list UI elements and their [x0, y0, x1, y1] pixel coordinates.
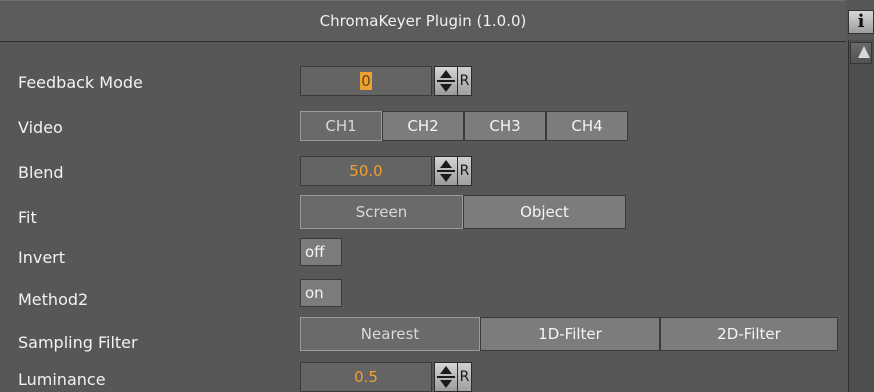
scroll-up-button[interactable]	[850, 42, 872, 64]
blend-spinner[interactable]	[434, 156, 458, 186]
luminance-reset-button[interactable]: R	[457, 362, 472, 392]
spin-up-icon	[440, 70, 452, 78]
sampling-nearest-button[interactable]: Nearest	[300, 317, 480, 351]
fit-screen-button[interactable]: Screen	[300, 195, 463, 229]
video-ch2-button[interactable]: CH2	[382, 111, 464, 141]
info-button[interactable]: i	[848, 10, 874, 34]
feedback-mode-reset-button[interactable]: R	[457, 66, 472, 96]
divider	[848, 64, 849, 392]
sampling-2d-filter-button[interactable]: 2D-Filter	[660, 317, 838, 351]
spin-up-icon	[440, 160, 452, 168]
spin-down-icon	[440, 84, 452, 92]
video-ch1-button[interactable]: CH1	[300, 111, 382, 141]
spin-down-icon	[440, 380, 452, 388]
plugin-title-bar: ChromaKeyer Plugin (1.0.0)	[0, 0, 846, 42]
blend-reset-button[interactable]: R	[457, 156, 472, 186]
luminance-spinner[interactable]	[434, 362, 458, 392]
blend-value: 50.0	[349, 162, 383, 180]
video-ch3-button[interactable]: CH3	[464, 111, 546, 141]
spin-up-icon	[440, 366, 452, 374]
feedback-mode-spinner[interactable]	[434, 66, 458, 96]
method2-label: Method2	[18, 290, 89, 309]
blend-field[interactable]: 50.0	[300, 156, 432, 186]
spin-divider	[437, 170, 455, 172]
blend-label: Blend	[18, 163, 64, 182]
luminance-label: Luminance	[18, 370, 106, 389]
spin-down-icon	[440, 174, 452, 182]
video-ch4-button[interactable]: CH4	[546, 111, 628, 141]
vertical-scrollbar[interactable]	[848, 40, 874, 392]
feedback-mode-value: 0	[360, 72, 372, 90]
luminance-field[interactable]: 0.5	[300, 362, 432, 392]
luminance-value: 0.5	[354, 368, 378, 386]
arrow-up-icon	[858, 46, 870, 58]
feedback-mode-label: Feedback Mode	[18, 73, 143, 92]
spin-divider	[437, 376, 455, 378]
feedback-mode-field[interactable]: 0	[300, 66, 432, 96]
fit-object-button[interactable]: Object	[463, 195, 626, 229]
sampling-filter-label: Sampling Filter	[18, 333, 138, 352]
video-label: Video	[18, 118, 63, 137]
plugin-title: ChromaKeyer Plugin (1.0.0)	[319, 12, 527, 30]
spin-divider	[437, 80, 455, 82]
invert-label: Invert	[18, 248, 66, 267]
sampling-1d-filter-button[interactable]: 1D-Filter	[480, 317, 660, 351]
fit-label: Fit	[18, 208, 37, 227]
invert-toggle[interactable]: off	[300, 238, 342, 266]
method2-toggle[interactable]: on	[300, 279, 342, 307]
